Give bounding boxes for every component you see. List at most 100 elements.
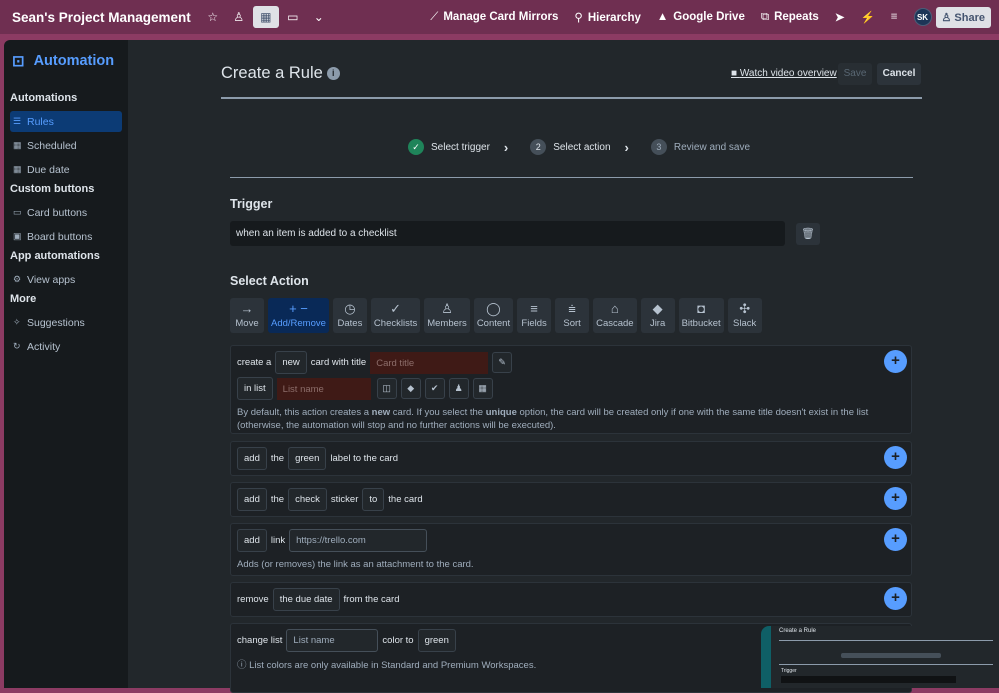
calendar-icon: ▦	[13, 164, 22, 174]
edit-icon[interactable]: ✎	[492, 352, 513, 373]
text: the	[270, 494, 285, 505]
tab-label: Dates	[337, 318, 363, 329]
action-tab-move[interactable]: → Move	[230, 298, 264, 333]
sidebar-item-scheduled[interactable]: ▦ Scheduled	[10, 135, 122, 156]
label: Suggestions	[27, 316, 85, 329]
watch-video-link[interactable]: ■ Watch video overview	[731, 68, 837, 79]
sidebar-item-board-buttons[interactable]: ▣ Board buttons	[10, 226, 122, 247]
field-select[interactable]: the due date	[272, 588, 340, 611]
star-icon[interactable]: ☆	[201, 6, 225, 28]
link-url-input[interactable]: https://trello.com	[289, 529, 428, 552]
list-name-input[interactable]: List name	[276, 377, 371, 400]
sidebar-item-suggestions[interactable]: ✧ Suggestions	[10, 312, 122, 333]
manage-card-mirrors-button[interactable]: ⟋ Manage Card Mirrors	[430, 11, 558, 24]
t: List colors are only available in Standa…	[249, 660, 537, 671]
workspace-visibility-icon[interactable]: ♙	[227, 6, 251, 28]
card-type-select[interactable]: new	[275, 351, 307, 374]
board-title[interactable]: Sean's Project Management	[12, 10, 191, 25]
tab-label: Content	[476, 318, 511, 329]
list-name-input[interactable]: List name	[286, 629, 379, 652]
action-add-sticker: add the check sticker to the card +	[230, 482, 912, 517]
board-view-icon[interactable]: ▦	[252, 6, 279, 28]
info-icon: ⓘ	[237, 660, 250, 671]
page-title: Create a Rule i	[221, 64, 340, 83]
action-tab-add-remove[interactable]: + − Add/Remove	[268, 298, 329, 333]
slack-icon: ✣	[739, 301, 751, 316]
add-remove-select[interactable]: add	[237, 447, 267, 470]
sidebar-title: Automation	[33, 53, 115, 69]
calendar-icon[interactable]: ▦	[472, 378, 493, 399]
add-remove-select[interactable]: add	[237, 529, 267, 552]
automation-icon[interactable]: ⚡	[860, 10, 874, 24]
action-tab-bitbucket[interactable]: ◘ Bitbucket	[678, 298, 724, 333]
sidebar-item-view-apps[interactable]: ⚙ View apps	[10, 269, 122, 290]
hierarchy-button[interactable]: ⚲ Hierarchy	[574, 10, 641, 24]
check-icon[interactable]: ✔	[424, 378, 445, 399]
hierarchy-icon: ⚲	[574, 12, 583, 24]
columns-icon[interactable]: ◫	[376, 378, 397, 399]
trigger-value[interactable]: when an item is added to a checklist	[230, 221, 785, 246]
action-tab-content[interactable]: ◯ Content	[473, 298, 514, 333]
to-from-select[interactable]: to	[362, 488, 385, 511]
add-action-button[interactable]: +	[884, 587, 907, 610]
trash-icon: 🗑	[801, 228, 815, 240]
action-tabs: → Move + − Add/Remove ◷ Dates ✓ Checklists ♙ Memb…	[230, 298, 762, 333]
share-button[interactable]: ♙ Share	[935, 6, 991, 28]
tag-icon[interactable]: ◆	[400, 378, 421, 399]
text: label to the card	[330, 453, 398, 464]
power-ups-icon[interactable]: ➤	[835, 10, 845, 24]
calendar-view-icon[interactable]: ▭	[281, 6, 305, 28]
step-review-and-save[interactable]: Review and save	[674, 142, 750, 153]
avatar[interactable]: SK	[913, 8, 932, 26]
add-remove-select[interactable]: add	[237, 488, 267, 511]
card-title-input[interactable]: Card title	[370, 351, 489, 374]
thumbnail-trigger-label: Trigger	[781, 668, 797, 674]
step-select-trigger[interactable]: Select trigger	[431, 142, 490, 153]
action-tab-dates[interactable]: ◷ Dates	[332, 298, 367, 333]
sticker-select[interactable]: check	[288, 488, 327, 511]
filter-icon[interactable]: ≡	[891, 11, 898, 23]
members-icon: ♙	[441, 301, 453, 316]
action-tab-slack[interactable]: ✣ Slack	[727, 298, 762, 333]
action-tab-cascade[interactable]: ⌂ Cascade	[593, 298, 637, 333]
select-action-heading: Select Action	[230, 274, 309, 288]
list-position-select[interactable]: in list	[237, 377, 273, 400]
content-icon: ◯	[486, 301, 501, 316]
add-remove-icon: + −	[289, 301, 308, 316]
cancel-button[interactable]: Cancel	[877, 63, 921, 85]
action-tab-checklists[interactable]: ✓ Checklists	[370, 298, 421, 333]
action-tab-sort[interactable]: ⩧ Sort	[555, 298, 590, 333]
google-drive-button[interactable]: ▲ Google Drive	[657, 11, 745, 23]
text: remove	[237, 594, 269, 605]
list-color-select[interactable]: green	[417, 629, 456, 652]
add-action-button[interactable]: +	[884, 350, 907, 373]
member-icon[interactable]: ♟	[448, 378, 469, 399]
add-action-button[interactable]: +	[884, 528, 907, 551]
sidebar-item-card-buttons[interactable]: ▭ Card buttons	[10, 202, 122, 223]
screenshot-thumbnail[interactable]: Create a Rule Trigger	[761, 626, 999, 688]
label-color-select[interactable]: green	[288, 447, 327, 470]
divider	[779, 664, 993, 665]
tab-label: Cascade	[596, 318, 634, 329]
trigger-heading: Trigger	[230, 197, 273, 211]
cascade-icon: ⌂	[610, 301, 619, 316]
sidebar-item-due-date[interactable]: ▦ Due date	[10, 159, 122, 180]
text: link	[270, 535, 286, 546]
add-action-button[interactable]: +	[884, 446, 907, 469]
sidebar-item-rules[interactable]: ☰ Rules	[10, 111, 122, 132]
delete-trigger-button[interactable]: 🗑	[796, 223, 820, 245]
google-drive-icon: ▲	[656, 11, 669, 23]
add-action-button[interactable]: +	[884, 487, 907, 510]
action-tab-jira[interactable]: ◆ Jira	[640, 298, 675, 333]
fields-icon: ≡	[530, 301, 538, 316]
card-icon: ▭	[13, 207, 22, 217]
save-button[interactable]: Save	[838, 63, 872, 85]
repeats-button[interactable]: ⧉ Repeats	[761, 11, 819, 24]
sidebar-item-activity[interactable]: ↻ Activity	[10, 336, 122, 357]
chevron-right-icon: ›	[503, 139, 509, 155]
info-icon[interactable]: i	[326, 67, 340, 80]
action-tab-members[interactable]: ♙ Members	[424, 298, 470, 333]
step-select-action[interactable]: Select action	[553, 142, 610, 153]
chevron-down-icon[interactable]: ⌄	[307, 6, 331, 28]
action-tab-fields[interactable]: ≡ Fields	[517, 298, 552, 333]
